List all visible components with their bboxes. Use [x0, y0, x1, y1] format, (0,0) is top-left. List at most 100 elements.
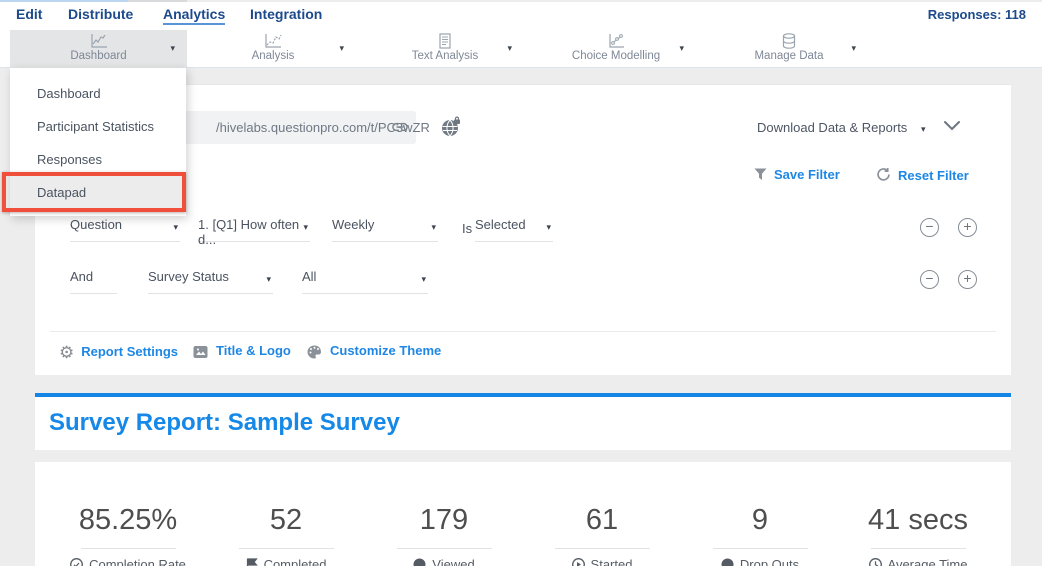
filter-conjunction-dropdown[interactable]: And — [70, 269, 117, 294]
toolbar-dashboard-button[interactable]: Dashboard ▾ — [10, 30, 187, 68]
download-data-reports-label: Download Data & Reports — [757, 114, 907, 135]
stat-completion-rate: 85.25% Completion Rate — [49, 462, 207, 566]
chevron-down-icon: ▾ — [431, 222, 436, 233]
manage-data-caret-icon[interactable]: ▾ — [851, 43, 856, 54]
document-icon — [370, 33, 520, 49]
filter-condition-dropdown[interactable]: Selected ▾ — [475, 217, 553, 242]
nav-tab-edit[interactable]: Edit — [16, 6, 42, 22]
viewed-icon — [413, 558, 426, 566]
survey-status-dropdown[interactable]: Survey Status▾ — [148, 269, 273, 294]
responses-count[interactable]: Responses: 118 — [928, 7, 1026, 22]
survey-status-all-dropdown[interactable]: All ▾ — [302, 269, 428, 294]
nav-tab-analytics[interactable]: Analytics — [163, 6, 225, 25]
globe-lock-icon[interactable] — [440, 116, 462, 143]
stat-value: 52 — [207, 505, 365, 535]
chevron-down-icon: ▾ — [173, 222, 178, 233]
top-navigation: Edit Distribute Analytics Integration Re… — [0, 2, 1042, 30]
stat-label: Drop Outs — [740, 557, 799, 566]
toolbar-choice-modelling-button[interactable]: Choice Modelling ▾ — [540, 30, 692, 68]
funnel-icon — [754, 168, 767, 181]
report-title-banner: Survey Report: Sample Survey — [35, 393, 1011, 450]
average-time-icon — [869, 558, 882, 566]
filter-answer-value: Weekly — [332, 217, 374, 232]
filter-field-dropdown[interactable]: Question ▾ — [70, 217, 180, 242]
stat-label: Completion Rate — [89, 557, 186, 566]
refresh-icon — [876, 167, 891, 182]
toolbar-analysis-label: Analysis — [196, 50, 350, 62]
line-chart-icon — [10, 33, 187, 49]
stat-value: 9 — [681, 505, 839, 535]
filter-answer-dropdown[interactable]: Weekly ▾ — [332, 217, 438, 242]
save-filter-button[interactable]: Save Filter — [754, 167, 840, 182]
divider — [81, 548, 176, 549]
filter-question-value: 1. [Q1] How often d... — [198, 217, 299, 247]
divider — [713, 548, 808, 549]
completion-rate-icon — [70, 558, 83, 566]
filter-question-dropdown[interactable]: 1. [Q1] How often d...▾ — [198, 217, 310, 242]
stat-viewed: 179 Viewed — [365, 462, 523, 566]
save-filter-label: Save Filter — [774, 167, 840, 182]
menu-item-participant-statistics[interactable]: Participant Statistics — [10, 110, 186, 143]
nav-tab-distribute[interactable]: Distribute — [68, 6, 133, 22]
started-icon — [572, 558, 585, 566]
title-logo-button[interactable]: Title & Logo — [193, 343, 291, 359]
add-filter-row-button[interactable]: + — [958, 218, 977, 237]
scatter-chart-icon — [540, 33, 692, 49]
analysis-chart-icon — [196, 33, 350, 49]
database-icon — [716, 33, 862, 49]
menu-item-datapad[interactable]: Datapad — [10, 176, 186, 209]
collapse-panel-chevron-icon[interactable] — [943, 118, 961, 136]
divider — [555, 548, 650, 549]
chevron-down-icon: ▾ — [303, 222, 308, 233]
stats-row: 85.25% Completion Rate 52 Completed 179 … — [35, 462, 1011, 566]
dashboard-caret-icon[interactable]: ▾ — [170, 43, 175, 54]
toolbar-analysis-button[interactable]: Analysis ▾ — [196, 30, 350, 68]
remove-filter-row-button[interactable]: − — [920, 270, 939, 289]
toolbar-manage-data-label: Manage Data — [716, 50, 862, 62]
analysis-caret-icon[interactable]: ▾ — [339, 43, 344, 54]
drop-outs-icon — [721, 558, 734, 566]
toolbar-text-analysis-button[interactable]: Text Analysis ▾ — [370, 30, 520, 68]
stat-label: Completed — [264, 557, 327, 566]
stat-label: Viewed — [432, 557, 474, 566]
palette-icon — [307, 345, 322, 359]
remove-filter-row-button[interactable]: − — [920, 218, 939, 237]
analytics-toolbar: Dashboard ▾ Analysis ▾ Text Analysis ▾ C… — [0, 30, 1042, 68]
menu-item-dashboard[interactable]: Dashboard — [10, 77, 186, 110]
filter-conjunction-value: And — [70, 269, 93, 284]
stat-value: 41 secs — [839, 505, 997, 535]
completed-icon — [246, 558, 258, 566]
nav-tab-integration[interactable]: Integration — [250, 6, 322, 22]
stat-started: 61 Started — [523, 462, 681, 566]
divider — [239, 548, 334, 549]
reset-filter-label: Reset Filter — [898, 168, 969, 183]
toolbar-text-analysis-label: Text Analysis — [370, 50, 520, 62]
survey-status-all-value: All — [302, 269, 316, 284]
filter-field-value: Question — [70, 217, 122, 232]
chevron-down-icon: ▾ — [421, 274, 426, 285]
report-title: Survey Report: Sample Survey — [49, 409, 400, 437]
filter-operator-label: Is — [462, 221, 472, 236]
chevron-down-icon: ▾ — [546, 222, 551, 233]
stat-average-time: 41 secs Average Time — [839, 462, 997, 566]
download-caret-icon: ▾ — [921, 124, 926, 134]
link-icon[interactable] — [390, 118, 410, 141]
image-icon — [193, 345, 208, 359]
divider — [50, 331, 996, 332]
choice-modelling-caret-icon[interactable]: ▾ — [679, 43, 684, 54]
download-data-reports-dropdown[interactable]: Download Data & Reports ▾ — [757, 114, 925, 135]
gear-icon: ⚙ — [59, 343, 74, 362]
reset-filter-button[interactable]: Reset Filter — [876, 167, 969, 183]
filter-condition-value: Selected — [475, 217, 526, 232]
survey-status-value: Survey Status — [148, 269, 229, 284]
menu-item-responses[interactable]: Responses — [10, 143, 186, 176]
add-filter-row-button[interactable]: + — [958, 270, 977, 289]
customize-theme-label: Customize Theme — [330, 343, 441, 358]
customize-theme-button[interactable]: Customize Theme — [307, 343, 441, 359]
text-analysis-caret-icon[interactable]: ▾ — [507, 43, 512, 54]
divider — [397, 548, 492, 549]
toolbar-manage-data-button[interactable]: Manage Data ▾ — [716, 30, 862, 68]
report-settings-row: ⚙Report Settings Title & Logo Customize … — [35, 343, 1011, 373]
survey-stats-card: 85.25% Completion Rate 52 Completed 179 … — [35, 462, 1011, 566]
report-settings-button[interactable]: ⚙Report Settings — [59, 343, 178, 363]
